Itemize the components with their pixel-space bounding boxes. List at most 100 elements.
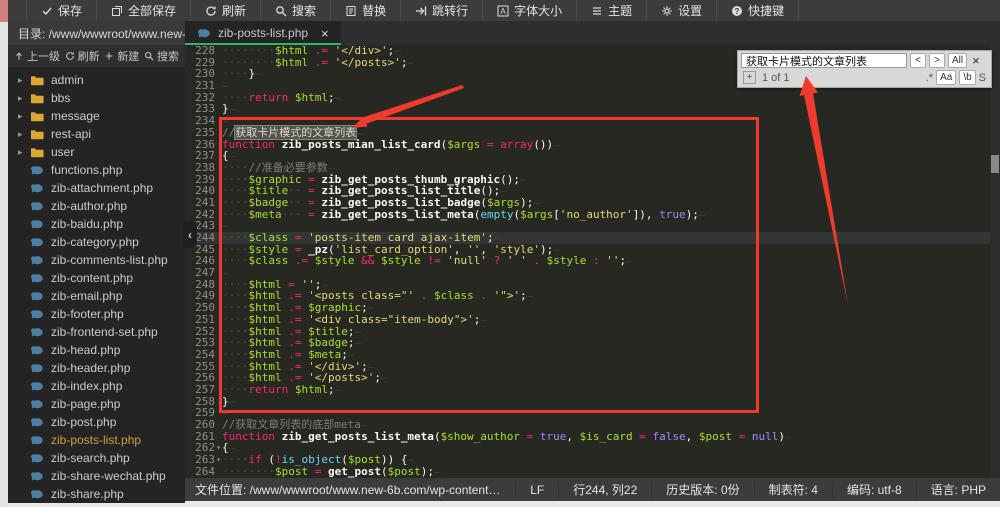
expand-chevron-icon[interactable]: ▸ [18, 147, 30, 158]
folder-icon [30, 74, 44, 86]
code-editor[interactable]: 228········$html .= '</div>';–229·······… [185, 45, 1000, 478]
toolbar-button-theme[interactable]: 主题 [577, 0, 647, 21]
php-file-icon [30, 308, 44, 320]
sidebar-collapse-handle[interactable]: ‹ [183, 222, 197, 248]
toolbar-button-settings[interactable]: 设置 [647, 0, 717, 21]
fold-gutter [215, 361, 222, 373]
toolbar-button-search[interactable]: 搜索 [261, 0, 331, 21]
expand-chevron-icon[interactable]: ▸ [18, 93, 30, 104]
find-prev-button[interactable]: < [910, 53, 926, 68]
expand-chevron-icon[interactable]: ▸ [18, 111, 30, 122]
fold-gutter [215, 407, 222, 419]
fold-arrow-icon[interactable]: ▾ [215, 454, 222, 466]
file-item-functions[interactable]: functions.php [8, 161, 185, 179]
explorer-toolbar: 上一级刷新新建搜索 [8, 45, 185, 67]
search-close-icon[interactable]: × [972, 53, 980, 68]
search-input[interactable] [741, 53, 907, 68]
breadcrumb: 目录: /www/wwwroot/www.new-6... [8, 21, 185, 45]
regex-toggle[interactable]: .* [926, 72, 933, 84]
file-item-zib-post[interactable]: zib-post.php [8, 413, 185, 431]
in-selection-toggle[interactable]: S [979, 72, 986, 84]
search-icon [275, 5, 287, 17]
php-file-icon [30, 290, 44, 302]
toolbar-button-refresh[interactable]: 刷新 [191, 0, 261, 21]
tab-zib-posts-list[interactable]: zib-posts-list.php × [185, 21, 341, 45]
fold-gutter [215, 396, 222, 408]
fold-gutter [215, 115, 222, 127]
toolbar-button-goto-line[interactable]: 跳转行 [401, 0, 483, 21]
case-sensitive-toggle[interactable]: Aa [936, 70, 956, 85]
file-item-zib-index[interactable]: zib-index.php [8, 377, 185, 395]
toolbar-button-save-all[interactable]: 全部保存 [97, 0, 191, 21]
folder-item-user[interactable]: ▸user [8, 143, 185, 161]
php-file-icon [30, 218, 44, 230]
folder-item-bbs[interactable]: ▸bbs [8, 89, 185, 107]
line-number: 235 [185, 127, 215, 139]
explorer-action-up[interactable]: 上一级 [14, 48, 60, 64]
whole-word-toggle[interactable]: \b [959, 70, 975, 85]
line-number: 247 [185, 267, 215, 279]
file-name: zib-comments-list.php [51, 253, 168, 267]
folder-icon [30, 92, 44, 104]
status-item: LF [515, 483, 558, 497]
toolbar-button-font-size[interactable]: A字体大小 [483, 0, 577, 21]
expand-chevron-icon[interactable]: ▸ [18, 129, 30, 140]
tab-close-icon[interactable]: × [321, 26, 329, 41]
fold-gutter [215, 45, 222, 57]
file-item-zib-search[interactable]: zib-search.php [8, 449, 185, 467]
file-name: zib-share-wechat.php [51, 469, 166, 483]
file-item-zib-head[interactable]: zib-head.php [8, 341, 185, 359]
status-item: 语言: PHP [916, 481, 1000, 498]
fold-gutter [215, 349, 222, 361]
code-line-257: 257····return $html;– [185, 384, 1000, 396]
file-item-zib-frontend-set[interactable]: zib-frontend-set.php [8, 323, 185, 341]
file-item-zib-comments-list[interactable]: zib-comments-list.php [8, 251, 185, 269]
save-icon [41, 5, 53, 17]
folder-item-rest-api[interactable]: ▸rest-api [8, 125, 185, 143]
fold-gutter [215, 185, 222, 197]
match-count: 1 of 1 [762, 72, 790, 84]
action-label: 上一级 [27, 48, 60, 64]
php-file-icon [30, 344, 44, 356]
refresh-icon [205, 5, 217, 17]
folder-item-message[interactable]: ▸message [8, 107, 185, 125]
scrollbar-thumb[interactable] [991, 155, 999, 173]
find-all-button[interactable]: All [948, 53, 967, 68]
explorer-action-refresh[interactable]: 刷新 [65, 48, 100, 64]
file-item-zib-page[interactable]: zib-page.php [8, 395, 185, 413]
file-item-zib-footer[interactable]: zib-footer.php [8, 305, 185, 323]
folder-item-admin[interactable]: ▸admin [8, 71, 185, 89]
fold-gutter [215, 302, 222, 314]
toolbar-label: 字体大小 [514, 2, 562, 19]
toolbar-button-hotkey[interactable]: ?快捷键 [717, 0, 799, 21]
toolbar-label: 刷新 [222, 2, 246, 19]
file-item-zib-share[interactable]: zib-share.php [8, 485, 185, 503]
expand-chevron-icon[interactable]: ▸ [18, 75, 30, 86]
fold-arrow-icon[interactable]: ▾ [215, 442, 222, 454]
find-next-button[interactable]: > [929, 53, 945, 68]
editor-scrollbar[interactable] [990, 45, 1000, 478]
line-number: 260 [185, 419, 215, 431]
file-item-zib-header[interactable]: zib-header.php [8, 359, 185, 377]
fold-gutter [215, 197, 222, 209]
file-item-zib-email[interactable]: zib-email.php [8, 287, 185, 305]
file-item-zib-content[interactable]: zib-content.php [8, 269, 185, 287]
fold-gutter [215, 150, 222, 162]
file-item-zib-share-wechat[interactable]: zib-share-wechat.php [8, 467, 185, 485]
file-item-zib-posts-list[interactable]: zib-posts-list.php [8, 431, 185, 449]
explorer-action-search[interactable]: 搜索 [144, 48, 179, 64]
toggle-replace-button[interactable]: + [743, 71, 756, 84]
file-item-zib-author[interactable]: zib-author.php [8, 197, 185, 215]
toolbar-button-replace[interactable]: 替换 [331, 0, 401, 21]
plus-icon [104, 51, 114, 61]
fold-gutter [215, 232, 222, 244]
file-item-zib-baidu[interactable]: zib-baidu.php [8, 215, 185, 233]
file-item-zib-attachment[interactable]: zib-attachment.php [8, 179, 185, 197]
file-item-zib-category[interactable]: zib-category.php [8, 233, 185, 251]
toolbar-button-save[interactable]: 保存 [26, 0, 97, 21]
toolbar-label: 主题 [608, 2, 632, 19]
file-name: zib-footer.php [51, 307, 124, 321]
explorer-action-plus[interactable]: 新建 [104, 48, 139, 64]
code-line-264: 264········$post = get_post($post);– [185, 466, 1000, 478]
status-file-location: 文件位置: /www/wwwroot/www.new-6b.com/wp-con… [185, 481, 515, 498]
